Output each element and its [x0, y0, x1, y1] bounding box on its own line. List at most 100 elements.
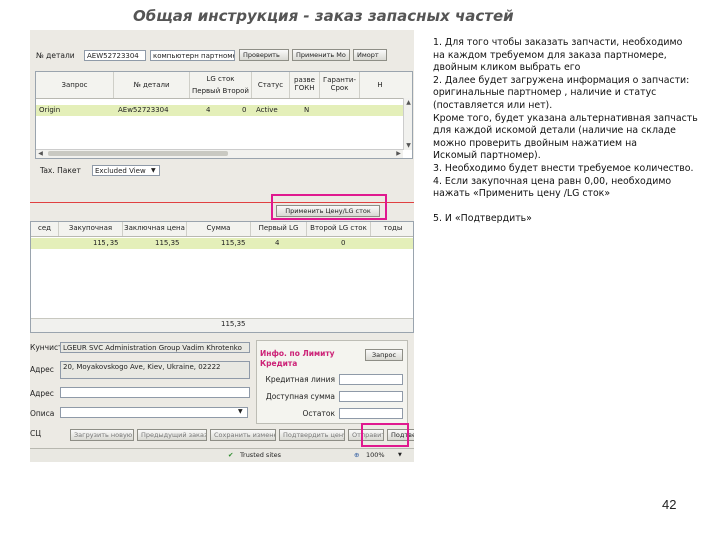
- col-n-label: Н: [377, 81, 383, 89]
- tax-row: Tax. Пакет Excluded View ▼: [40, 165, 160, 176]
- load-new-button[interactable]: Загрузить новую: [70, 429, 134, 441]
- instruction-line: (поставляется или нет).: [433, 99, 553, 111]
- col-part-number[interactable]: № детали: [114, 72, 190, 98]
- tax-label: Tax. Пакет: [40, 166, 81, 175]
- customer-extra-label: СЦ: [30, 429, 42, 438]
- import-button[interactable]: Иморт: [353, 49, 387, 61]
- credit-limit-label: Кредитная линия: [265, 375, 335, 384]
- customer-address-label: Адрес: [30, 365, 54, 374]
- col-lg-stock-sub: Первый Второй: [192, 87, 249, 95]
- parts-grid-vscroll[interactable]: ▲ ▼: [403, 98, 412, 150]
- order-col-first-stock[interactable]: Первый LG сток: [251, 222, 307, 245]
- part-number-input[interactable]: AEW52723304: [84, 49, 146, 61]
- highlight-apply-price: [271, 194, 387, 220]
- search-type-select[interactable]: компьютерн партномер: [150, 49, 235, 61]
- check-button[interactable]: Проверить: [239, 49, 289, 61]
- row-part-number: AEw52723304: [118, 106, 169, 114]
- apply-model-button[interactable]: Применить Mo: [292, 49, 350, 61]
- instruction-line: оригинальные партномер , наличие и стату…: [433, 87, 657, 99]
- save-changes-button[interactable]: Сохранить изменения: [210, 429, 276, 441]
- scroll-up-icon[interactable]: ▲: [404, 98, 412, 107]
- instruction-line: [433, 201, 715, 214]
- search-bar: № детали AEW52723304 компьютерн партноме…: [36, 49, 387, 61]
- instructions-text: 1. Для того чтобы заказать запчасти, нео…: [433, 37, 715, 226]
- instruction-line: 4. Если закупочная цена равн 0,00, необх…: [433, 175, 672, 187]
- parts-grid-header: Запрос № детали LG сток Первый Второй Ста…: [36, 72, 412, 99]
- parts-grid-hscroll[interactable]: ◀ ▶: [36, 149, 403, 158]
- customer-note-select[interactable]: [60, 407, 248, 418]
- available-amount-value: [339, 391, 403, 402]
- zoom-icon[interactable]: ⊕: [354, 449, 359, 462]
- col-delivery[interactable]: разве ГОКН: [290, 72, 320, 98]
- scroll-down-icon[interactable]: ▼: [404, 141, 412, 150]
- parts-result-grid: Запрос № детали LG сток Первый Второй Ста…: [35, 71, 413, 159]
- checkmark-icon: ✔: [228, 451, 234, 459]
- col-warranty-label: Гаранти-: [322, 76, 357, 84]
- instruction-line: 3. Необходимо будет внести требуемое кол…: [433, 162, 694, 174]
- credit-title: Инфо. по Лимиту Кредита: [260, 349, 335, 369]
- chevron-down-icon[interactable]: ▼: [398, 449, 402, 462]
- previous-order-button[interactable]: Предыдущий заказ: [137, 429, 207, 441]
- col-request-label: Запрос: [61, 81, 88, 89]
- order-grid-header: сед Закупочная цена Заключная цена Сумма…: [31, 222, 413, 245]
- row-request: Origin: [39, 106, 61, 114]
- col-lg-stock[interactable]: LG сток Первый Второй: [190, 72, 252, 98]
- chevron-down-icon[interactable]: ▼: [238, 408, 243, 415]
- table-row[interactable]: Origin AEw52723304 4 0 Active N: [36, 105, 412, 116]
- order-grid: сед Закупочная цена Заключная цена Сумма…: [30, 221, 414, 333]
- order-col-final-price[interactable]: Заключная цена: [123, 222, 187, 236]
- remaining-label: Остаток: [302, 409, 335, 418]
- col-part-number-label: № детали: [133, 81, 170, 89]
- col-delivery-sub: ГОКН: [294, 84, 315, 92]
- instruction-line: 2. Далее будет загружена информация о за…: [433, 74, 690, 86]
- credit-limit-value: [339, 374, 403, 385]
- order-col-sum[interactable]: Сумма: [187, 222, 251, 236]
- browser-status-bar: ✔ Trusted sites ⊕ 100% ▼: [30, 448, 414, 462]
- part-number-label: № детали: [36, 50, 75, 60]
- col-warranty[interactable]: Гаранти- Срок: [320, 72, 360, 98]
- slide-title: Общая инструкция - заказ запасных частей: [133, 7, 514, 25]
- scroll-left-icon[interactable]: ◀: [36, 149, 45, 158]
- order-sum: 115,35: [221, 239, 246, 247]
- instruction-line: для каждой искомой детали (наличие на ск…: [433, 125, 676, 137]
- order-col-purchase-price[interactable]: Закупочная цена: [59, 222, 123, 245]
- highlight-confirm: [361, 423, 409, 447]
- zoom-level[interactable]: 100%: [366, 449, 385, 462]
- customer-name-field: LGEUR SVC Administration Group Vadim Khr…: [60, 342, 250, 353]
- col-status[interactable]: Статус: [252, 72, 290, 98]
- instruction-line: Искомый партномер).: [433, 150, 541, 162]
- customer-note-label: Описа: [30, 409, 55, 418]
- row-status: Active: [256, 106, 278, 114]
- scroll-right-icon[interactable]: ▶: [394, 149, 403, 158]
- order-first-stock: 4: [275, 239, 280, 247]
- col-lg-stock-label: LG сток: [206, 75, 235, 83]
- credit-title-line2: Кредита: [260, 359, 298, 368]
- order-col-1[interactable]: сед: [31, 222, 59, 236]
- trusted-sites-label: Trusted sites: [240, 451, 282, 459]
- customer-phone-field[interactable]: [60, 387, 250, 398]
- instruction-line: нажать «Применить цену /LG сток»: [433, 188, 611, 200]
- col-request[interactable]: Запрос: [36, 72, 114, 98]
- available-amount-label: Доступная сумма: [265, 392, 335, 401]
- table-row[interactable]: 115,35 115,35 115,35 4 0: [31, 238, 413, 249]
- instruction-line: 5. И «Подтвердить»: [433, 213, 532, 225]
- tax-select[interactable]: Excluded View: [92, 165, 160, 176]
- order-second-stock: 0: [341, 239, 346, 247]
- col-delivery-label: разве: [294, 76, 315, 84]
- credit-request-button[interactable]: Запрос: [365, 349, 403, 361]
- col-warranty-sub: Срок: [330, 84, 349, 92]
- order-total: 115,35: [221, 320, 246, 328]
- scroll-thumb[interactable]: [48, 151, 228, 156]
- order-total-row: 115,35: [31, 318, 413, 332]
- chevron-down-icon[interactable]: ▼: [151, 167, 156, 174]
- instruction-line: можно проверить двойным нажатием на: [433, 137, 637, 149]
- row-first-stock: 4: [206, 106, 211, 114]
- col-n[interactable]: Н: [360, 72, 400, 98]
- order-col-second-stock[interactable]: Второй LG сток: [307, 222, 371, 236]
- credit-info-panel: Инфо. по Лимиту Кредита Запрос Кредитная…: [256, 340, 408, 424]
- order-col-last[interactable]: тоды: [371, 222, 413, 236]
- app-screenshot: № детали AEW52723304 компьютерн партноме…: [30, 30, 414, 462]
- order-final-price: 115,35: [155, 239, 180, 247]
- confirm-price-button[interactable]: Подтвердить цену: [279, 429, 345, 441]
- instruction-line: двойным кликом выбрать его: [433, 62, 581, 74]
